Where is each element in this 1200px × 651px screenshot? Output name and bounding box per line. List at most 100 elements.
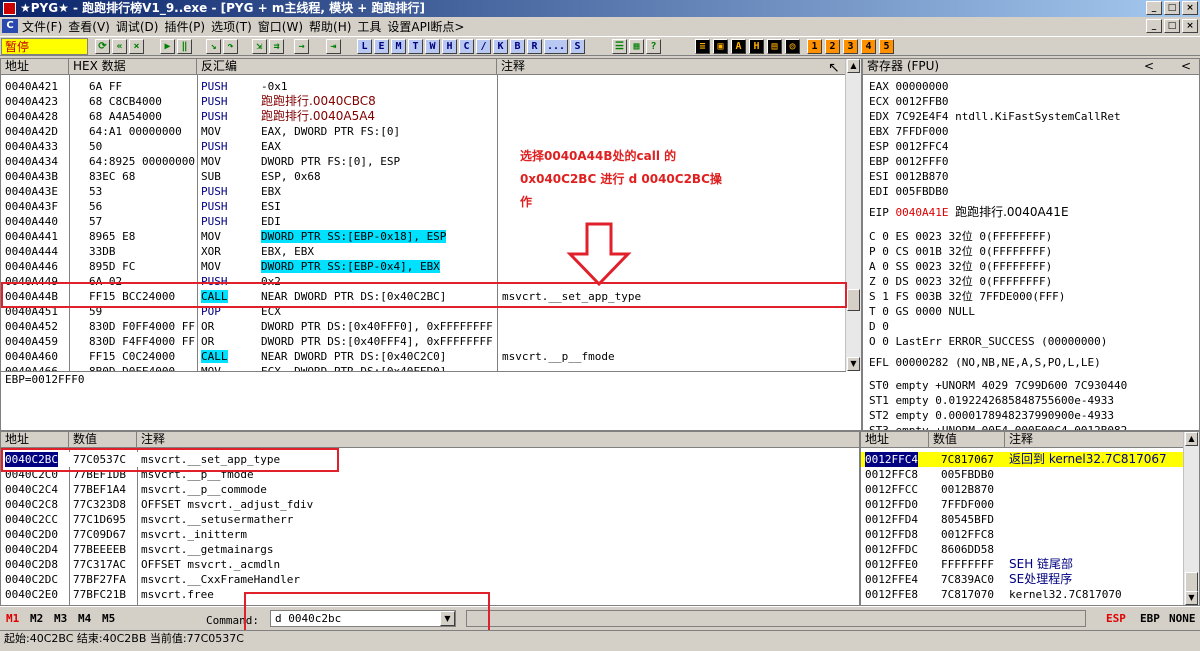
stack-row[interactable]: 0012FFC4 7C817067 返回到 kernel32.7C817067 bbox=[861, 452, 1185, 467]
stack-row[interactable]: 0012FFC8 005FBDB0 bbox=[861, 467, 1185, 482]
memory-tab-5[interactable]: M5 bbox=[102, 612, 115, 625]
number-button[interactable]: 3 bbox=[843, 39, 858, 54]
stack-scroll-down-arrow[interactable]: ▼ bbox=[1185, 591, 1198, 605]
eip-value[interactable]: 0040A41E bbox=[895, 206, 949, 219]
toolbar-letter-button[interactable]: M bbox=[391, 39, 406, 54]
goto-icon[interactable]: ⇥ bbox=[326, 39, 341, 54]
registers-next-button[interactable]: < bbox=[1181, 59, 1191, 74]
dump-pane[interactable]: 地址 数值 注释 0040C2BC 77C0537C msvcrt.__set_ap… bbox=[0, 431, 860, 606]
fpu-line[interactable]: ST0 empty +UNORM 4029 7C99D600 7C930440 bbox=[869, 378, 1127, 393]
restart-icon[interactable]: « bbox=[112, 39, 127, 54]
stack-row[interactable]: 0012FFD8 0012FFC8 bbox=[861, 527, 1185, 542]
number-button[interactable]: 4 bbox=[861, 39, 876, 54]
toolbar-letter-button[interactable]: K bbox=[493, 39, 508, 54]
menu-plugins[interactable]: 插件(P) bbox=[164, 18, 211, 35]
dump-row[interactable]: 0040C2C8 77C323D8 OFFSET msvcrt._adjust_fd… bbox=[1, 497, 859, 512]
toolbar-letter-button[interactable]: H bbox=[442, 39, 457, 54]
run-icon[interactable]: ▶ bbox=[160, 39, 175, 54]
stack-row[interactable]: 0012FFD4 80545BFD bbox=[861, 512, 1185, 527]
close-button[interactable]: × bbox=[1182, 1, 1198, 15]
dump-header-address[interactable]: 地址 bbox=[1, 432, 69, 448]
grid-icon[interactable]: ▦ bbox=[629, 39, 644, 54]
flag-line[interactable]: T 0 GS 0000 NULL bbox=[869, 304, 975, 319]
flag-line[interactable]: S 1 FS 003B 32位 7FFDE000(FFF) bbox=[869, 289, 1065, 304]
menu-file[interactable]: 文件(F) bbox=[22, 18, 68, 35]
toolbar-letter-button[interactable]: T bbox=[408, 39, 423, 54]
flag-line[interactable]: C 0 ES 0023 32位 0(FFFFFFFF) bbox=[869, 229, 1052, 244]
column-header-disasm[interactable]: 反汇编 bbox=[197, 59, 497, 75]
none-selector[interactable]: NONE bbox=[1169, 612, 1196, 625]
stack-row[interactable]: 0012FFE4 7C839AC0 SE处理程序 bbox=[861, 572, 1185, 587]
register-line[interactable]: EDI 005FBDB0 bbox=[869, 184, 948, 199]
fpu-line[interactable]: ST2 empty 0.0000178948237990900e-4933 bbox=[869, 408, 1114, 423]
fpu-line[interactable]: ST1 empty 0.0192242685848755600e-4933 bbox=[869, 393, 1114, 408]
toolbar-letter-button[interactable]: R bbox=[527, 39, 542, 54]
toolbar-letter-button[interactable]: B bbox=[510, 39, 525, 54]
register-line[interactable]: ESP 0012FFC4 bbox=[869, 139, 948, 154]
registers-pane[interactable]: 寄存器 (FPU) < < EAX 00000000 ECX 0012FFB0 ED… bbox=[862, 58, 1200, 431]
scroll-up-arrow[interactable]: ▲ bbox=[847, 59, 860, 73]
menu-tools[interactable]: 工具 bbox=[357, 18, 387, 35]
disasm-row[interactable]: 0040A452 830D F0FF4000 FF OR DWORD PTR DS:[… bbox=[1, 319, 846, 334]
dump-row[interactable]: 0040C2D0 77C09D67 msvcrt._initterm bbox=[1, 527, 859, 542]
stack-row[interactable]: 0012FFE0 FFFFFFFF SEH 链尾部 bbox=[861, 557, 1185, 572]
plugin-db-icon[interactable]: ▤ bbox=[767, 39, 782, 54]
stack-row[interactable]: 0012FFDC 8606DD58 bbox=[861, 542, 1185, 557]
menu-debug[interactable]: 调试(D) bbox=[116, 18, 165, 35]
memory-tab-3[interactable]: M3 bbox=[54, 612, 67, 625]
column-header-comment[interactable]: 注释 bbox=[497, 59, 847, 75]
flag-line[interactable]: P 0 CS 001B 32位 0(FFFFFFFF) bbox=[869, 244, 1052, 259]
disasm-row[interactable]: 0040A440 57 PUSH EDI bbox=[1, 214, 846, 229]
toolbar-letter-button[interactable]: W bbox=[425, 39, 440, 54]
disasm-row[interactable]: 0040A421 6A FF PUSH -0x1 bbox=[1, 79, 846, 94]
dump-header-comment[interactable]: 注释 bbox=[137, 432, 859, 448]
toolbar-letter-button[interactable]: C bbox=[459, 39, 474, 54]
toolbar-letter-button[interactable]: S bbox=[570, 39, 585, 54]
disasm-row[interactable]: 0040A441 8965 E8 MOV DWORD PTR SS:[EBP-0x18… bbox=[1, 229, 846, 244]
dump-row[interactable]: 0040C2CC 77C1D695 msvcrt.__setusermatherr bbox=[1, 512, 859, 527]
column-header-address[interactable]: 地址 bbox=[1, 59, 69, 75]
memory-tab-4[interactable]: M4 bbox=[78, 612, 91, 625]
plugin-a-icon[interactable]: A bbox=[731, 39, 746, 54]
settings-icon[interactable]: ≡ bbox=[695, 39, 710, 54]
esp-selector[interactable]: ESP bbox=[1106, 612, 1126, 625]
efl-line[interactable]: EFL 00000282 (NO,NB,NE,A,S,PO,L,LE) bbox=[869, 355, 1101, 370]
disasm-row[interactable]: 0040A459 830D F4FF4000 FF OR DWORD PTR DS:[… bbox=[1, 334, 846, 349]
help-icon[interactable]: ? bbox=[646, 39, 661, 54]
dump-row[interactable]: 0040C2D8 77C317AC OFFSET msvcrt._acmdln bbox=[1, 557, 859, 572]
menu-api-breakpoint[interactable]: 设置API断点> bbox=[387, 18, 470, 35]
number-button[interactable]: 2 bbox=[825, 39, 840, 54]
toolbar-letter-button[interactable]: / bbox=[476, 39, 491, 54]
register-line[interactable]: ESI 0012B870 bbox=[869, 169, 948, 184]
minimize-button[interactable]: _ bbox=[1146, 1, 1162, 15]
register-line[interactable]: EBP 0012FFF0 bbox=[869, 154, 948, 169]
register-line[interactable]: EAX 00000000 bbox=[869, 79, 948, 94]
number-button[interactable]: 1 bbox=[807, 39, 822, 54]
registers-prev-button[interactable]: < bbox=[1144, 59, 1154, 74]
memory-tab-2[interactable]: M2 bbox=[30, 612, 43, 625]
disassembly-pane[interactable]: 地址 HEX 数据 反汇编 注释 ↖ 0040A421 6A FF PUSH -0x1… bbox=[0, 58, 862, 431]
flag-line[interactable]: A 0 SS 0023 32位 0(FFFFFFFF) bbox=[869, 259, 1052, 274]
menu-help[interactable]: 帮助(H) bbox=[309, 18, 357, 35]
dump-header-value[interactable]: 数值 bbox=[69, 432, 137, 448]
plugin-od-icon[interactable]: ◎ bbox=[785, 39, 800, 54]
stack-header-value[interactable]: 数值 bbox=[929, 432, 1005, 448]
fpu-line[interactable]: ST3 empty +UNORM 00E4 000E00C4 0012B082 bbox=[869, 423, 1127, 430]
disasm-row[interactable]: 0040A446 895D FC MOV DWORD PTR SS:[EBP-0x4]… bbox=[1, 259, 846, 274]
trace-over-icon[interactable]: ⇉ bbox=[269, 39, 284, 54]
stack-header-address[interactable]: 地址 bbox=[861, 432, 929, 448]
open-icon[interactable]: ⟳ bbox=[95, 39, 110, 54]
maximize-button[interactable]: □ bbox=[1164, 1, 1180, 15]
disasm-row[interactable]: 0040A444 33DB XOR EBX, EBX bbox=[1, 244, 846, 259]
stack-header-comment[interactable]: 注释 bbox=[1005, 432, 1199, 448]
menu-view[interactable]: 查看(V) bbox=[68, 18, 116, 35]
dump-row[interactable]: 0040C2DC 77BF27FA msvcrt.__CxxFrameHandler bbox=[1, 572, 859, 587]
stack-row[interactable]: 0012FFCC 0012B870 bbox=[861, 482, 1185, 497]
pause-icon[interactable]: ‖ bbox=[177, 39, 192, 54]
flag-line[interactable]: O 0 LastErr ERROR_SUCCESS (00000000) bbox=[869, 334, 1107, 349]
menu-window[interactable]: 窗口(W) bbox=[258, 18, 309, 35]
child-close-button[interactable]: × bbox=[1182, 19, 1198, 33]
scroll-thumb[interactable] bbox=[847, 289, 860, 311]
step-over-icon[interactable]: ↷ bbox=[223, 39, 238, 54]
step-into-icon[interactable]: ↘ bbox=[206, 39, 221, 54]
